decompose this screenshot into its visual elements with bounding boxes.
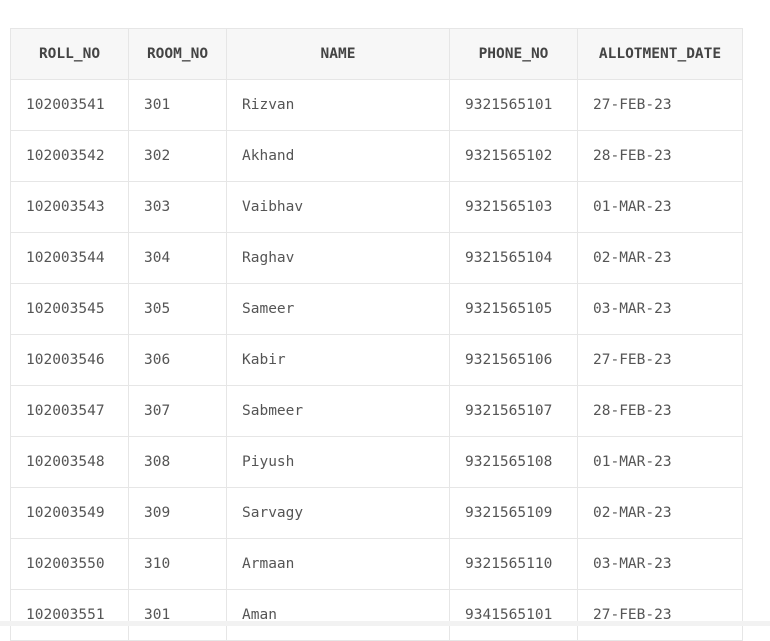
cell-phone-no: 9321565103 [449,181,578,233]
cell-name: Rizvan [226,79,450,131]
cell-name: Vaibhav [226,181,450,233]
table-row: 102003544 304 Raghav 9321565104 02-MAR-23 [10,232,743,284]
table-row: 102003541 301 Rizvan 9321565101 27-FEB-23 [10,79,743,131]
allotment-table: ROLL_NO ROOM_NO NAME PHONE_NO ALLOTMENT_… [10,28,743,641]
cell-room-no: 310 [128,538,227,590]
column-header-phone-no: PHONE_NO [449,28,578,80]
cell-name: Piyush [226,436,450,488]
cell-phone-no: 9321565104 [449,232,578,284]
cell-room-no: 304 [128,232,227,284]
cell-name: Sarvagy [226,487,450,539]
cell-allotment-date: 28-FEB-23 [577,130,743,182]
table-header: ROLL_NO ROOM_NO NAME PHONE_NO ALLOTMENT_… [10,28,743,80]
cell-name: Sabmeer [226,385,450,437]
cell-room-no: 303 [128,181,227,233]
cell-allotment-date: 02-MAR-23 [577,487,743,539]
cell-roll-no: 102003551 [10,589,129,641]
header-row: ROLL_NO ROOM_NO NAME PHONE_NO ALLOTMENT_… [10,28,743,80]
horizontal-scrollbar[interactable] [0,621,770,626]
column-header-name: NAME [226,28,450,80]
table-row: 102003545 305 Sameer 9321565105 03-MAR-23 [10,283,743,335]
cell-room-no: 301 [128,79,227,131]
table-body: 102003541 301 Rizvan 9321565101 27-FEB-23 102… [10,79,743,641]
column-header-roll-no: ROLL_NO [10,28,129,80]
data-table-container: ROLL_NO ROOM_NO NAME PHONE_NO ALLOTMENT_… [10,28,743,641]
cell-room-no: 306 [128,334,227,386]
cell-name: Raghav [226,232,450,284]
table-row: 102003543 303 Vaibhav 9321565103 01-MAR-23 [10,181,743,233]
column-header-allotment-date: ALLOTMENT_DATE [577,28,743,80]
cell-allotment-date: 02-MAR-23 [577,232,743,284]
cell-roll-no: 102003547 [10,385,129,437]
cell-phone-no: 9341565101 [449,589,578,641]
cell-allotment-date: 03-MAR-23 [577,283,743,335]
cell-phone-no: 9321565106 [449,334,578,386]
cell-allotment-date: 01-MAR-23 [577,436,743,488]
cell-roll-no: 102003548 [10,436,129,488]
cell-roll-no: 102003550 [10,538,129,590]
cell-roll-no: 102003542 [10,130,129,182]
cell-allotment-date: 03-MAR-23 [577,538,743,590]
cell-roll-no: 102003544 [10,232,129,284]
cell-name: Armaan [226,538,450,590]
cell-allotment-date: 01-MAR-23 [577,181,743,233]
table-row: 102003548 308 Piyush 9321565108 01-MAR-23 [10,436,743,488]
cell-roll-no: 102003546 [10,334,129,386]
cell-phone-no: 9321565102 [449,130,578,182]
cell-allotment-date: 27-FEB-23 [577,589,743,641]
cell-name: Aman [226,589,450,641]
cell-name: Akhand [226,130,450,182]
cell-room-no: 305 [128,283,227,335]
cell-phone-no: 9321565107 [449,385,578,437]
cell-phone-no: 9321565105 [449,283,578,335]
table-row: 102003547 307 Sabmeer 9321565107 28-FEB-23 [10,385,743,437]
table-row: 102003546 306 Kabir 9321565106 27-FEB-23 [10,334,743,386]
cell-allotment-date: 28-FEB-23 [577,385,743,437]
table-row: 102003550 310 Armaan 9321565110 03-MAR-23 [10,538,743,590]
cell-room-no: 302 [128,130,227,182]
cell-phone-no: 9321565110 [449,538,578,590]
cell-allotment-date: 27-FEB-23 [577,79,743,131]
cell-roll-no: 102003543 [10,181,129,233]
cell-room-no: 307 [128,385,227,437]
column-header-room-no: ROOM_NO [128,28,227,80]
cell-roll-no: 102003545 [10,283,129,335]
cell-allotment-date: 27-FEB-23 [577,334,743,386]
table-row: 102003542 302 Akhand 9321565102 28-FEB-23 [10,130,743,182]
cell-room-no: 301 [128,589,227,641]
cell-name: Sameer [226,283,450,335]
cell-room-no: 309 [128,487,227,539]
cell-room-no: 308 [128,436,227,488]
table-row: 102003549 309 Sarvagy 9321565109 02-MAR-23 [10,487,743,539]
cell-roll-no: 102003541 [10,79,129,131]
cell-roll-no: 102003549 [10,487,129,539]
cell-phone-no: 9321565109 [449,487,578,539]
table-row: 102003551 301 Aman 9341565101 27-FEB-23 [10,589,743,641]
cell-name: Kabir [226,334,450,386]
cell-phone-no: 9321565108 [449,436,578,488]
cell-phone-no: 9321565101 [449,79,578,131]
